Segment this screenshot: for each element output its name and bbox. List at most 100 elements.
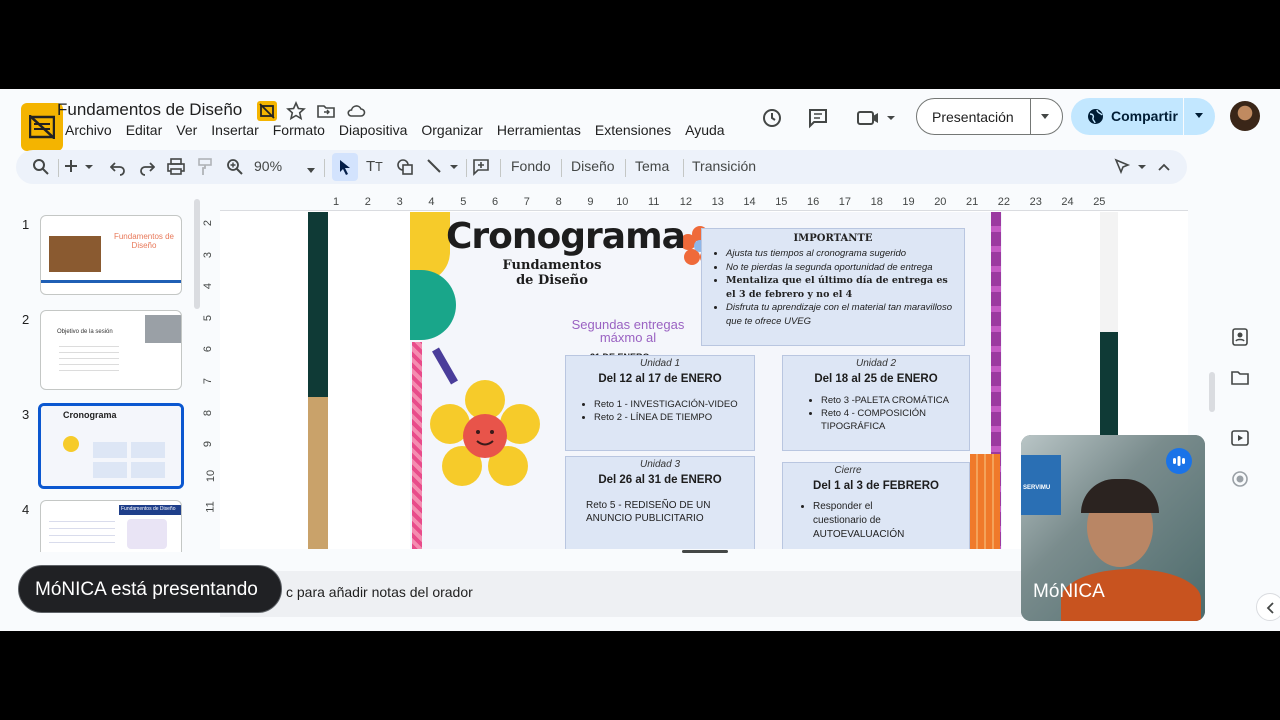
current-slide[interactable]: Cronograma Fundamentos de Diseño Segunda… [308, 212, 1118, 549]
user-avatar[interactable] [1230, 101, 1260, 131]
important-item: No te pierdas la segunda oportunidad de … [726, 261, 956, 275]
camera-participant-name: MóNICA [1033, 581, 1105, 602]
ruler-tick-label: 24 [1061, 196, 1074, 208]
menu-diapositiva[interactable]: Diapositiva [332, 122, 414, 138]
menu-insertar[interactable]: Insertar [204, 122, 265, 138]
thumb-text-lines [59, 341, 119, 371]
theme-button[interactable]: Tema [635, 158, 669, 176]
slide-thumbnail-4[interactable]: Fundamentos de Diseño [40, 500, 182, 552]
ruler-tick-label: 16 [807, 196, 820, 208]
cloud-saved-icon[interactable] [346, 101, 366, 121]
chevron-left-icon [1266, 602, 1274, 614]
menu-herramientas[interactable]: Herramientas [490, 122, 588, 138]
ruler-tick-label: 23 [1029, 196, 1042, 208]
toolbar-divider [625, 159, 626, 177]
unit-item: Responder el cuestionario de AUTOEVALUAC… [813, 500, 923, 542]
ruler-tick-label: 21 [966, 196, 979, 208]
cursor-arrow-icon [340, 160, 350, 175]
layout-button[interactable]: Diseño [571, 158, 615, 176]
redo-icon[interactable] [139, 158, 155, 176]
transition-button[interactable]: Transición [692, 158, 756, 176]
unit-dates: Del 26 al 31 de ENERO [598, 474, 722, 486]
menu-extensiones[interactable]: Extensiones [588, 122, 678, 138]
menu-organizar[interactable]: Organizar [414, 122, 489, 138]
ruler-tick-label: 15 [775, 196, 788, 208]
segundas-entregas: Segundas entregas máxmo al [563, 318, 693, 344]
important-item: Mentaliza que el último día de entrega e… [726, 274, 956, 301]
important-box: IMPORTANTE Ajusta tus tiempos al cronogr… [701, 228, 965, 346]
slide-thumbnail-3-selected[interactable]: Cronograma [38, 403, 184, 489]
menu-ayuda[interactable]: Ayuda [678, 122, 731, 138]
notes-resize-handle[interactable] [682, 550, 728, 553]
print-icon[interactable] [167, 158, 185, 176]
unit-item: Reto 4 - COMPOSICIÓN TIPOGRÁFICA [821, 407, 961, 433]
collapse-side-panel-button[interactable] [1256, 593, 1280, 621]
share-chevron-down-icon[interactable] [1194, 112, 1204, 120]
present-button[interactable]: Presentación [916, 98, 1063, 135]
pen-mode-icon[interactable] [1114, 158, 1150, 176]
slide-thumbnail-2[interactable]: Objetivo de la sesión [40, 310, 182, 390]
record-icon[interactable] [1230, 469, 1250, 489]
side-scroll-thumb[interactable] [1209, 372, 1215, 412]
menu-formato[interactable]: Formato [266, 122, 332, 138]
ruler-tick-label: 3 [202, 251, 215, 258]
star-icon[interactable] [286, 100, 306, 121]
ruler-tick-label: 7 [202, 377, 215, 385]
shape-icon[interactable] [396, 158, 414, 176]
audio-level-indicator [1166, 448, 1192, 474]
comments-icon[interactable] [807, 107, 829, 129]
folder-icon[interactable] [1230, 368, 1250, 388]
ruler-tick-label: 13 [711, 196, 724, 208]
ruler-tick-label: 5 [202, 314, 215, 321]
slide-title: Cronograma [446, 216, 686, 257]
present-divider [1030, 99, 1031, 134]
unit-item: Reto 2 - LÍNEA DE TIEMPO [594, 411, 754, 424]
slide-thumbnail-1[interactable]: Fundamentos de Diseño [40, 215, 182, 295]
document-title[interactable]: Fundamentos de Diseño [57, 100, 242, 120]
thumb-title: Fundamentos de Diseño [121, 506, 176, 512]
contacts-icon[interactable] [1230, 327, 1250, 347]
select-tool[interactable] [332, 153, 358, 181]
slide-play-icon[interactable] [1230, 428, 1250, 448]
segundas-line-2: máxmo al [599, 330, 657, 345]
ruler-tick-label: 20 [934, 196, 947, 208]
menu-editar[interactable]: Editar [119, 122, 170, 138]
zoom-icon[interactable] [226, 158, 244, 176]
thumb-box [131, 462, 165, 478]
menu-archivo[interactable]: Archivo [65, 122, 119, 138]
new-slide-icon[interactable] [64, 158, 94, 176]
slide-left-band-tan [308, 397, 328, 549]
thumb-box [131, 442, 165, 458]
slide-number: 1 [22, 217, 30, 232]
ruler-tick-label: 11 [204, 501, 217, 514]
chevron-down-icon[interactable] [1040, 113, 1050, 121]
slides-home-icon[interactable] [257, 101, 277, 121]
toolbar: 90% TT Fondo Diseño Tema Transición [16, 150, 1187, 184]
ruler-tick-label: 4 [428, 196, 435, 208]
ruler-tick-label: 9 [587, 196, 594, 208]
meet-icon[interactable] [857, 107, 899, 129]
ruler-tick-label: 8 [202, 409, 215, 416]
move-folder-icon[interactable] [316, 101, 336, 121]
background-button[interactable]: Fondo [511, 158, 551, 176]
zoom-chevron-down-icon[interactable] [306, 162, 316, 180]
line-icon[interactable] [426, 158, 462, 176]
ruler-tick-label: 11 [648, 196, 660, 208]
unit-item: Reto 3 -PALETA CROMÁTICA [821, 394, 961, 407]
thumb-box [93, 462, 127, 478]
important-item: Disfruta tu aprendizaje con el material … [726, 301, 956, 328]
share-button[interactable]: Compartir [1071, 98, 1215, 135]
text-box-icon[interactable]: TT [366, 158, 383, 176]
paint-format-icon[interactable] [197, 158, 213, 176]
speaker-notes-placeholder[interactable]: c para añadir notas del orador [286, 584, 473, 600]
collapse-toolbar-icon[interactable] [1158, 158, 1170, 176]
toolbar-divider [466, 159, 467, 177]
thumb-box [93, 442, 127, 458]
history-icon[interactable] [761, 107, 783, 129]
ruler-tick-label: 6 [202, 346, 215, 353]
search-menus-icon[interactable] [32, 158, 50, 176]
zoom-select[interactable]: 90% [254, 158, 294, 176]
add-comment-icon[interactable] [472, 158, 490, 176]
undo-icon[interactable] [110, 158, 126, 176]
menu-ver[interactable]: Ver [169, 122, 204, 138]
